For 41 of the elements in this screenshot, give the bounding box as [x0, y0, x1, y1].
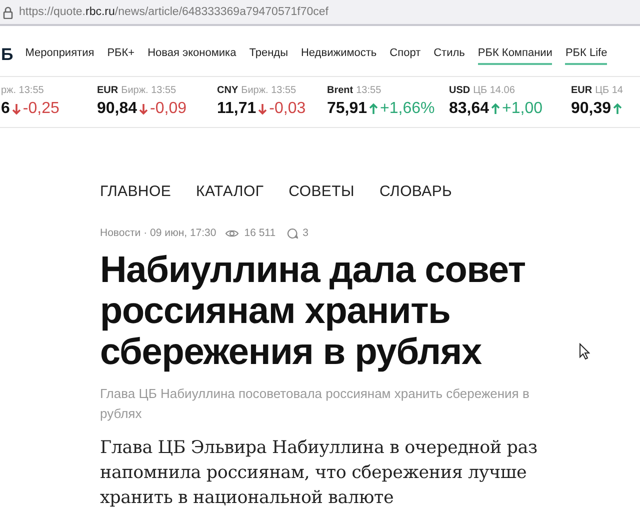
quote-label: CNY Бирж. 13:55: [217, 85, 298, 98]
nav-link[interactable]: Новая экономика: [148, 45, 236, 65]
quote-change: -0,25: [22, 100, 60, 118]
nav-link[interactable]: РБК Компании: [478, 45, 552, 65]
article-lead: Глава ЦБ Эльвира Набиуллина в очередной раз напомнила россиянам, что сбережения лучше хранить в национальной валюте: [100, 437, 538, 510]
section-link[interactable]: КАТАЛОГ: [196, 183, 264, 200]
quote-value: 90,39: [571, 100, 612, 118]
comment-icon: [286, 228, 298, 238]
nav-link[interactable]: Тренды: [249, 45, 288, 65]
eye-icon: [225, 228, 240, 238]
logo-text[interactable]: Б: [1, 45, 14, 65]
quote-label: рж. 13:55: [1, 85, 45, 98]
nav-link[interactable]: Спорт: [390, 45, 421, 65]
section-link[interactable]: СЛОВАРЬ: [379, 183, 452, 200]
quote-value: 83,64: [449, 100, 490, 118]
quote-change: +1,66%: [380, 100, 435, 118]
quote-value: 75,91: [327, 100, 368, 118]
section-link[interactable]: ГЛАВНОЕ: [100, 183, 172, 200]
quote-label: Brent 13:55: [327, 85, 382, 98]
quote-change: +1,00: [502, 100, 543, 118]
article-subtitle: Глава ЦБ Набиуллина посоветовала россиянам хранить сбережения в рублях: [100, 385, 530, 423]
section-link[interactable]: СОВЕТЫ: [288, 183, 354, 200]
view-count: 16 511: [244, 227, 276, 239]
quote-label: USD ЦБ 14.06: [449, 85, 516, 98]
nav-link[interactable]: РБК+: [107, 45, 135, 65]
quote-value: 6: [1, 100, 10, 118]
quote-change: -0,03: [269, 100, 306, 118]
nav-link[interactable]: Недвижимость: [300, 45, 377, 65]
lock-icon: [3, 6, 13, 18]
comment-count: 3: [302, 227, 308, 239]
nav-link[interactable]: Стиль: [434, 45, 465, 65]
quote-value: 90,84: [97, 100, 138, 118]
quote-label: EUR ЦБ 14: [571, 85, 624, 98]
quote-value: 11,71: [217, 100, 256, 118]
article-headline: Набиуллина дала совет россиянам хранить сбережения в рублях: [100, 249, 526, 372]
quote-label: EUR Бирж. 13:55: [97, 85, 178, 98]
nav-link[interactable]: РБК Life: [565, 45, 608, 65]
category-date: Новости · 09 июн, 17:30: [100, 227, 216, 239]
nav-link[interactable]: Мероприятия: [25, 45, 94, 65]
quote-change: -0,09: [150, 100, 187, 118]
mouse-cursor-icon: [579, 343, 590, 360]
